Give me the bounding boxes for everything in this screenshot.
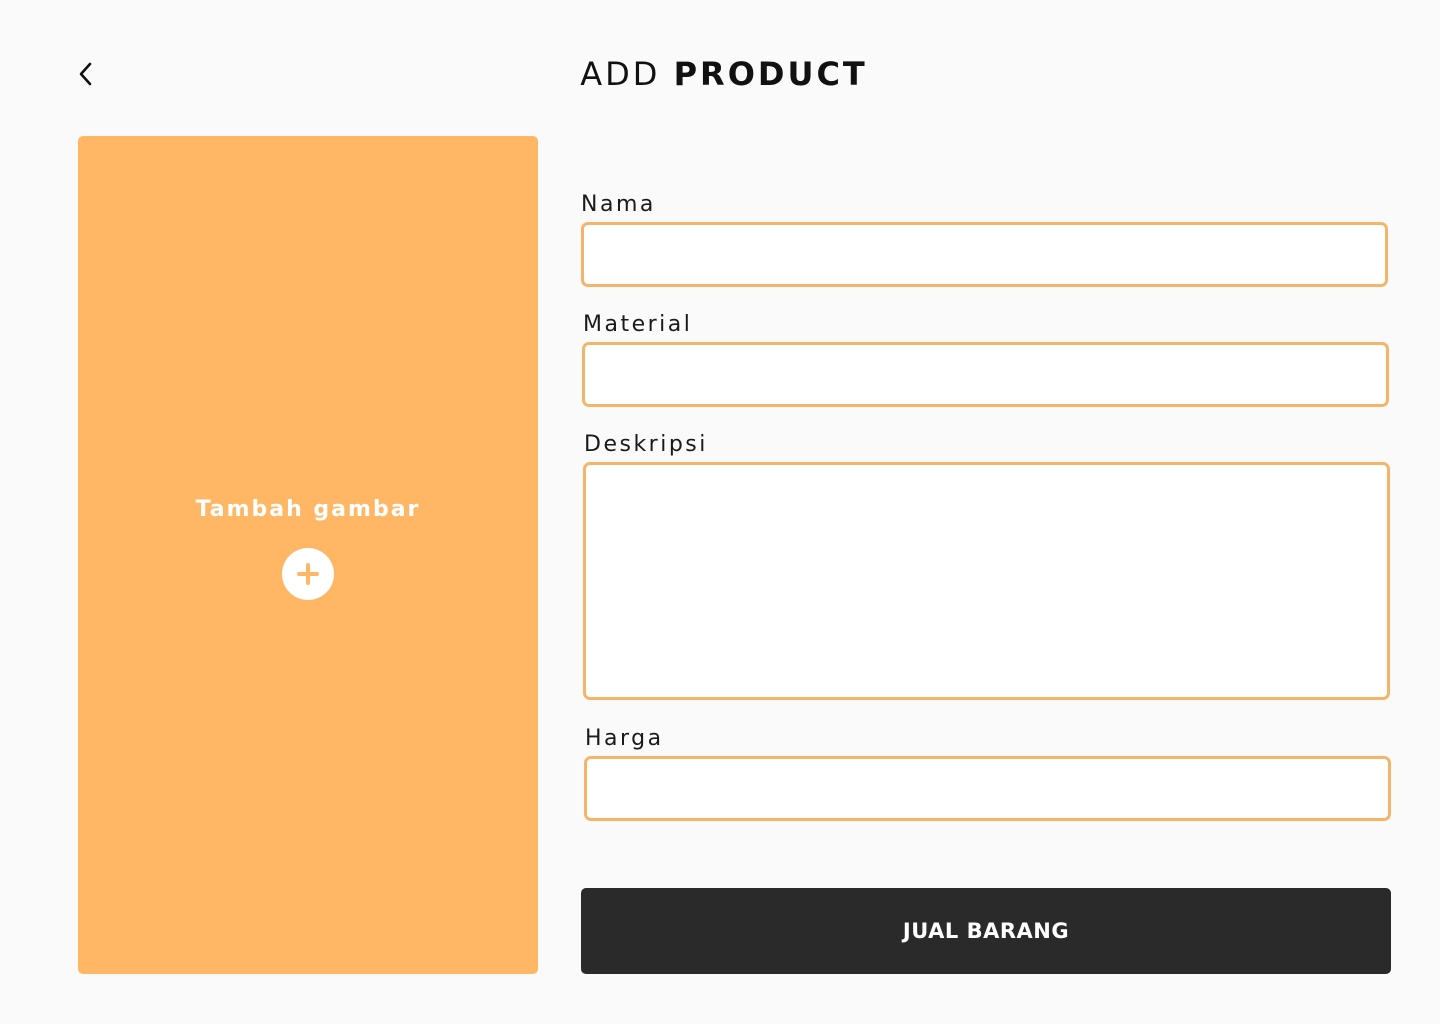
image-upload-panel[interactable]: Tambah gambar [78, 136, 538, 974]
page-title-bold: PRODUCT [673, 55, 868, 93]
material-input[interactable] [582, 342, 1389, 407]
jual-barang-button[interactable]: JUAL BARANG [581, 888, 1391, 974]
add-image-button[interactable] [282, 548, 334, 600]
upload-label: Tambah gambar [195, 497, 421, 522]
nama-input[interactable] [581, 222, 1388, 287]
harga-label: Harga [585, 726, 664, 751]
harga-input[interactable] [584, 756, 1391, 821]
deskripsi-label: Deskripsi [584, 432, 708, 457]
header: ADD PRODUCT [0, 0, 1440, 140]
plus-icon [297, 563, 319, 585]
nama-label: Nama [581, 192, 656, 217]
page-title: ADD PRODUCT [0, 52, 1440, 96]
page-title-light: ADD [580, 55, 661, 93]
deskripsi-textarea[interactable] [583, 462, 1390, 700]
material-label: Material [583, 312, 693, 337]
